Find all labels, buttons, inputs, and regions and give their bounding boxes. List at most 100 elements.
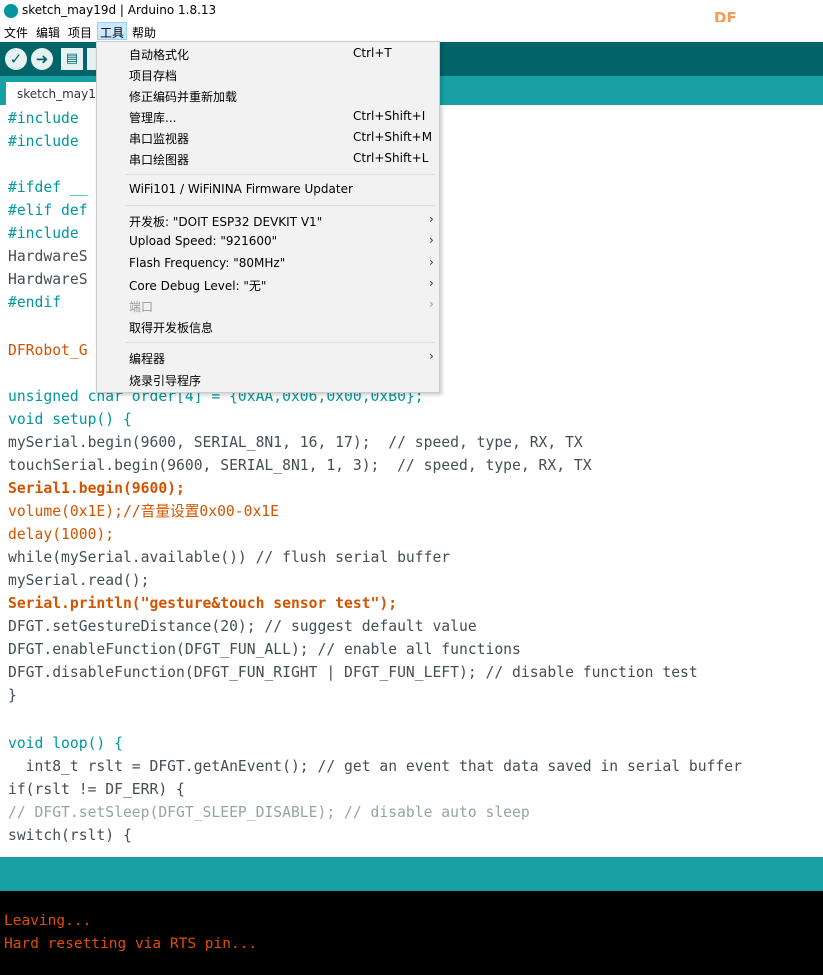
code-line: mySerial.begin(9600, SERIAL_8N1, 16, 17)… xyxy=(8,434,583,451)
menu-item-label: 编程器 xyxy=(129,352,166,366)
upload-button[interactable]: ➜ xyxy=(31,48,53,70)
menu-item-label: 端口 xyxy=(129,300,154,314)
open-button[interactable] xyxy=(87,48,96,70)
window-title: sketch_may19d | Arduino 1.8.13 xyxy=(22,3,217,17)
code-token: #include xyxy=(8,110,79,127)
code-line: #include xyxy=(8,132,79,152)
code-line: } xyxy=(8,687,17,704)
menu-separator xyxy=(125,205,435,206)
menu-separator xyxy=(125,342,435,343)
code-line: delay(1000); xyxy=(8,525,114,545)
code-line: #include xyxy=(8,109,79,129)
new-button[interactable]: ▤ xyxy=(61,48,83,70)
console-output: Leaving... Hard resetting via RTS pin... xyxy=(0,891,823,975)
code-line: HardwareS xyxy=(8,271,88,288)
code-line: Serial1.begin(9600); xyxy=(8,479,185,499)
menu-item-label: Flash Frequency: "80MHz" xyxy=(129,256,286,270)
code-token: void setup() { xyxy=(8,411,132,428)
code-line: Serial.println("gesture&touch sensor tes… xyxy=(8,594,397,614)
menu-board[interactable]: 开发板: "DOIT ESP32 DEVKIT V1" › xyxy=(97,210,439,231)
menu-fix-encoding[interactable]: 修正编码并重新加载 xyxy=(97,85,439,106)
code-token: // DFGT.setSleep(DFGT_SLEEP_DISABLE); //… xyxy=(8,804,530,821)
menu-firmware-updater[interactable]: WiFi101 / WiFiNINA Firmware Updater xyxy=(97,179,439,200)
code-line: void setup() { xyxy=(8,410,132,430)
menu-item-shortcut: Ctrl+T xyxy=(353,46,392,60)
menu-programmer[interactable]: 编程器 › xyxy=(97,347,439,368)
verify-button[interactable]: ✓ xyxy=(5,48,27,70)
code-line: DFGT.enableFunction(DFGT_FUN_ALL); // en… xyxy=(8,641,521,658)
arduino-logo-icon xyxy=(4,4,18,18)
menu-port: 端口 › xyxy=(97,295,439,316)
code-token: #include xyxy=(8,133,79,150)
code-line: void loop() { xyxy=(8,734,123,754)
menu-edit[interactable]: 编辑 xyxy=(36,24,60,41)
menu-bar: 文件 编辑 项目 工具 帮助 xyxy=(0,22,823,42)
code-token: #endif xyxy=(8,294,62,311)
tab-sketch[interactable]: sketch_may19d xyxy=(6,82,111,105)
menu-item-label: 自动格式化 xyxy=(129,48,190,62)
code-line: HardwareS xyxy=(8,248,88,265)
code-line: switch(rslt) { xyxy=(8,827,132,844)
code-line: #ifdef __ xyxy=(8,178,88,198)
code-token: #elif def xyxy=(8,202,88,219)
code-token: #include xyxy=(8,225,79,242)
menu-tools[interactable]: 工具 xyxy=(100,24,124,41)
code-line: mySerial.read(); xyxy=(8,572,150,589)
menu-core-debug-level[interactable]: Core Debug Level: "无" › xyxy=(97,274,439,295)
menu-serial-monitor[interactable]: 串口监视器 Ctrl+Shift+M xyxy=(97,127,439,148)
document-icon: ▤ xyxy=(65,51,79,66)
menu-item-shortcut: Ctrl+Shift+L xyxy=(353,151,429,165)
menu-help[interactable]: 帮助 xyxy=(132,24,156,41)
console-line: Leaving... xyxy=(4,913,92,929)
code-line: DFGT.setGestureDistance(20); // suggest … xyxy=(8,618,477,635)
menu-item-label: Upload Speed: "921600" xyxy=(129,234,278,248)
menu-sketch[interactable]: 项目 xyxy=(68,24,92,41)
menu-item-label: Core Debug Level: "无" xyxy=(129,279,267,293)
menu-item-label: 串口绘图器 xyxy=(129,153,190,167)
arrow-right-icon: ➜ xyxy=(35,50,49,68)
menu-upload-speed[interactable]: Upload Speed: "921600" › xyxy=(97,231,439,252)
menu-item-shortcut: Ctrl+Shift+I xyxy=(353,109,426,123)
code-line: DFGT.disableFunction(DFGT_FUN_RIGHT | DF… xyxy=(8,664,698,681)
code-token: volume(0x1E);//音量设置0x00-0x1E xyxy=(8,503,279,520)
menu-board-info[interactable]: 取得开发板信息 xyxy=(97,316,439,337)
code-line: int8_t rslt = DFGT.getAnEvent(); // get … xyxy=(8,758,742,775)
chevron-right-icon: › xyxy=(429,212,434,226)
chevron-right-icon: › xyxy=(429,297,434,311)
chevron-right-icon: › xyxy=(429,349,434,363)
code-line: #elif def xyxy=(8,201,88,221)
menu-item-label: 管理库... xyxy=(129,111,177,125)
status-bar xyxy=(0,857,823,891)
code-line: if(rslt != DF_ERR) { xyxy=(8,781,185,798)
title-bar: sketch_may19d | Arduino 1.8.13 DF xyxy=(0,0,823,27)
code-token: DFRobot_G xyxy=(8,342,88,359)
menu-archive-sketch[interactable]: 项目存档 xyxy=(97,64,439,85)
chevron-right-icon: › xyxy=(429,233,434,247)
menu-separator xyxy=(125,174,435,175)
code-line: #include xyxy=(8,224,79,244)
menu-serial-plotter[interactable]: 串口绘图器 Ctrl+Shift+L xyxy=(97,148,439,169)
menu-item-shortcut: Ctrl+Shift+M xyxy=(353,130,433,144)
code-line: // DFGT.setSleep(DFGT_SLEEP_DISABLE); //… xyxy=(8,803,530,823)
menu-item-label: 取得开发板信息 xyxy=(129,321,214,335)
tools-menu: 自动格式化 Ctrl+T 项目存档 修正编码并重新加载 管理库... Ctrl+… xyxy=(96,41,440,393)
menu-item-label: 开发板: "DOIT ESP32 DEVKIT V1" xyxy=(129,215,323,229)
check-icon: ✓ xyxy=(9,50,23,68)
menu-burn-bootloader[interactable]: 烧录引导程序 xyxy=(97,369,439,390)
menu-item-label: WiFi101 / WiFiNINA Firmware Updater xyxy=(129,182,353,196)
menu-item-label: 修正编码并重新加载 xyxy=(129,90,238,104)
menu-manage-libraries[interactable]: 管理库... Ctrl+Shift+I xyxy=(97,106,439,127)
menu-auto-format[interactable]: 自动格式化 Ctrl+T xyxy=(97,43,439,64)
code-token: Serial1.begin(9600); xyxy=(8,480,185,497)
code-line: touchSerial.begin(9600, SERIAL_8N1, 1, 3… xyxy=(8,457,592,474)
menu-item-label: 串口监视器 xyxy=(129,132,190,146)
code-token: void loop() { xyxy=(8,735,123,752)
chevron-right-icon: › xyxy=(429,255,434,269)
code-token: delay(1000); xyxy=(8,526,115,543)
code-line: while(mySerial.available()) // flush ser… xyxy=(8,549,451,566)
code-line: #endif xyxy=(8,293,61,313)
menu-item-label: 项目存档 xyxy=(129,69,178,83)
menu-item-label: 烧录引导程序 xyxy=(129,374,202,388)
menu-file[interactable]: 文件 xyxy=(4,24,28,41)
menu-flash-frequency[interactable]: Flash Frequency: "80MHz" › xyxy=(97,253,439,274)
